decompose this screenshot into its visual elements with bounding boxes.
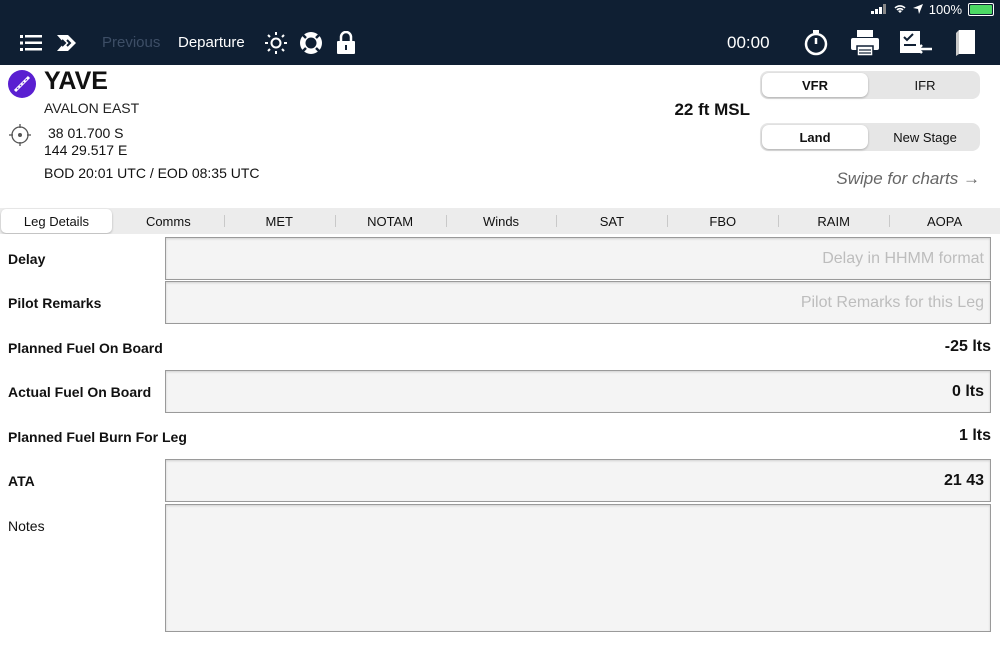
lifebuoy-icon[interactable]: [298, 20, 324, 65]
battery-percent: 100%: [928, 2, 962, 17]
planned-burn-value: 1 lts: [958, 427, 991, 444]
longitude: 144 29.517 E: [44, 142, 128, 158]
flight-rules-toggle: VFR IFR: [760, 71, 980, 99]
departure-title: Departure: [178, 34, 245, 51]
elevation: 22 ft MSL: [674, 100, 750, 119]
bod-eod-times: BOD 20:01 UTC / EOD 08:35 UTC: [44, 165, 260, 181]
airport-header: YAVE AVALON EAST 38 01.700 S 144 29.517 …: [0, 65, 1000, 208]
airport-name: AVALON EAST: [44, 100, 140, 116]
tab-raim[interactable]: RAIM: [778, 208, 889, 234]
stage-toggle: Land New Stage: [760, 123, 980, 151]
timer-display[interactable]: 00:00: [727, 20, 770, 65]
vfr-option[interactable]: VFR: [762, 73, 868, 97]
lock-icon[interactable]: [336, 20, 356, 65]
tab-notam[interactable]: NOTAM: [334, 208, 446, 234]
signal-icon: [870, 2, 887, 17]
stopwatch-icon[interactable]: [804, 20, 828, 65]
status-bar: 100%: [0, 0, 1000, 20]
ata-label: ATA: [8, 473, 35, 489]
crosshair-icon[interactable]: [8, 123, 32, 152]
location-icon: [912, 2, 923, 17]
leg-details-panel: Delay Delay in HHMM format Pilot Remarks…: [0, 234, 1000, 665]
notes-textarea[interactable]: [165, 504, 991, 632]
list-icon[interactable]: [20, 20, 42, 65]
notes-label: Notes: [8, 518, 45, 534]
planned-burn-label: Planned Fuel Burn For Leg: [8, 429, 187, 445]
top-toolbar: Previous Departure 00:00: [0, 20, 1000, 65]
pilot-remarks-input[interactable]: Pilot Remarks for this Leg: [165, 281, 991, 324]
ata-value: 21 43: [943, 472, 984, 489]
tab-sat[interactable]: SAT: [556, 208, 667, 234]
wifi-icon: [893, 2, 907, 17]
tab-comms[interactable]: Comms: [113, 208, 224, 234]
pilot-remarks-placeholder: Pilot Remarks for this Leg: [800, 294, 984, 311]
planned-fuel-label: Planned Fuel On Board: [8, 340, 163, 356]
tab-winds[interactable]: Winds: [445, 208, 557, 234]
delay-label: Delay: [8, 251, 46, 267]
tab-leg-details[interactable]: Leg Details: [1, 209, 112, 233]
actual-fuel-input[interactable]: 0 lts: [165, 370, 991, 413]
printer-icon[interactable]: [850, 20, 880, 65]
new-stage-option[interactable]: New Stage: [872, 125, 978, 149]
tab-bar: Leg Details Comms MET NOTAM Winds SAT FB…: [0, 208, 1000, 234]
checklist-icon[interactable]: [898, 20, 934, 65]
previous-button[interactable]: Previous: [102, 20, 160, 65]
swipe-hint[interactable]: Swipe for charts →: [836, 169, 980, 189]
actual-fuel-label: Actual Fuel On Board: [8, 384, 152, 400]
delay-placeholder: Delay in HHMM format: [822, 250, 984, 267]
runway-badge-icon: [8, 70, 36, 98]
airport-ident: YAVE: [44, 67, 108, 95]
pilot-remarks-label: Pilot Remarks: [8, 295, 102, 311]
battery-icon: [968, 3, 994, 16]
planned-fuel-value: -25 lts: [944, 338, 991, 355]
land-option[interactable]: Land: [762, 125, 868, 149]
tab-fbo[interactable]: FBO: [667, 208, 778, 234]
actual-fuel-value: 0 lts: [951, 383, 984, 400]
book-icon[interactable]: [955, 20, 977, 65]
tab-aopa[interactable]: AOPA: [889, 208, 1000, 234]
latitude: 38 01.700 S: [48, 125, 124, 141]
brightness-icon[interactable]: [265, 20, 287, 65]
route-arrow-icon[interactable]: [56, 20, 78, 65]
tab-met[interactable]: MET: [223, 208, 335, 234]
delay-input[interactable]: Delay in HHMM format: [165, 237, 991, 280]
ifr-option[interactable]: IFR: [872, 73, 978, 97]
ata-input[interactable]: 21 43: [165, 459, 991, 502]
